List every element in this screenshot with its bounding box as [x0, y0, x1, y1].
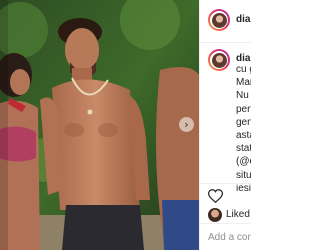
caption-line: Nu e [236, 90, 251, 102]
avatar[interactable] [208, 9, 230, 31]
comment-box [200, 223, 251, 250]
heart-icon[interactable] [208, 189, 223, 203]
post-media[interactable]: › [0, 0, 199, 250]
caption-line: perf [236, 103, 251, 115]
caption-line: Mar [236, 77, 251, 89]
caption-line: cu g [236, 64, 251, 75]
caption-line: stat [236, 143, 251, 155]
post-photo [0, 0, 199, 250]
post-header: dian [200, 0, 251, 43]
next-photo-button[interactable]: › [179, 117, 194, 132]
liker-avatar [208, 208, 222, 222]
post-actions: Liked by [200, 183, 251, 224]
caption-line: gen [236, 116, 251, 128]
username[interactable]: dian [236, 14, 251, 25]
post-sidebar: dian dian cu gMarNu eperfgenastastat(@es… [199, 0, 251, 250]
caption-line: situ [236, 169, 251, 181]
comment-input[interactable] [208, 230, 251, 244]
chevron-right-icon: › [184, 118, 189, 131]
caption-avatar[interactable] [208, 49, 230, 71]
caption-line: (@e [236, 156, 251, 168]
liked-by-text: Liked by [226, 209, 251, 220]
caption-line: asta [236, 130, 251, 142]
post-caption: cu gMarNu eperfgenastastat(@esituiesir [236, 63, 251, 195]
